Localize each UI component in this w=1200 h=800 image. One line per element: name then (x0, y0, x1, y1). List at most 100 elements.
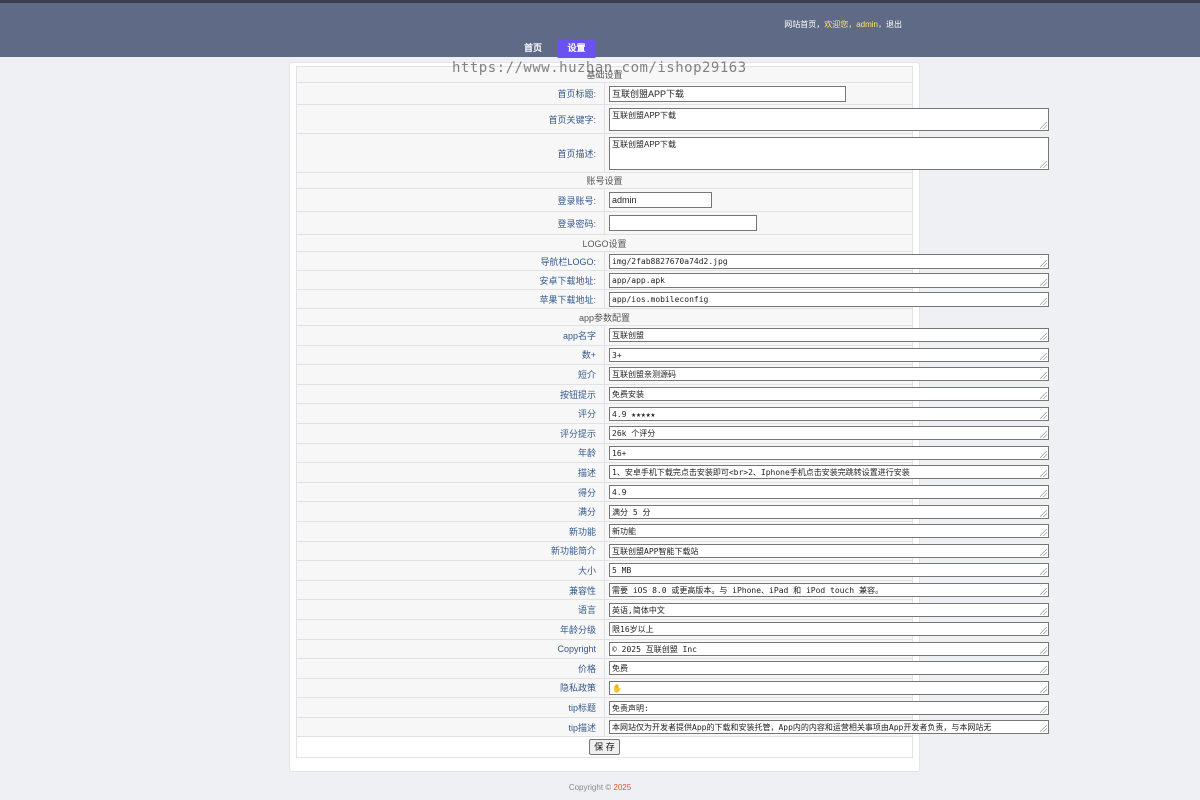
resize-grip-icon[interactable] (1040, 705, 1047, 713)
app-param-row: 得分 4.9 (296, 481, 1049, 503)
resize-grip-icon[interactable] (1040, 259, 1047, 267)
app-param-label: 年龄分级 (296, 618, 605, 640)
app-param-input[interactable]: 5 MB (609, 563, 1049, 578)
app-param-label: 语言 (296, 599, 605, 620)
app-param-label: 价格 (296, 658, 605, 679)
ios-url-input[interactable]: app/ios.mobileconfig (609, 291, 1049, 307)
android-url-input[interactable]: app/app.apk (609, 272, 1049, 288)
logout-link[interactable]: 退出 (886, 20, 902, 29)
app-param-row: 满分 满分 5 分 (296, 501, 1049, 522)
app-param-label: 评分提示 (296, 422, 605, 444)
resize-grip-icon[interactable] (1040, 666, 1047, 674)
resize-grip-icon[interactable] (1040, 627, 1047, 635)
resize-grip-icon[interactable] (1040, 431, 1047, 439)
home-desc-textarea[interactable]: 互联创盟APP下载 (609, 136, 1049, 170)
resize-grip-icon[interactable] (1040, 411, 1047, 419)
app-param-input[interactable]: 限16岁以上 (609, 622, 1049, 637)
resize-grip-icon[interactable] (1040, 685, 1047, 693)
app-param-label: 描述 (296, 462, 605, 483)
app-param-input[interactable]: 16+ (609, 445, 1049, 460)
resize-grip-icon[interactable] (1040, 352, 1047, 360)
app-param-row: app名字 互联创盟 (296, 325, 1049, 346)
app-param-input[interactable]: ✋ (609, 680, 1049, 695)
app-param-value: 互联创盟 (612, 331, 644, 341)
resize-grip-icon[interactable] (1040, 372, 1047, 380)
app-param-row: 新功能简介 互联创盟APP智能下载站 (296, 540, 1049, 562)
nav-logo-input[interactable]: img/2fab8827670a74d2.jpg (609, 253, 1049, 269)
app-param-row: 大小 5 MB (296, 560, 1049, 581)
site-home-link[interactable]: 网站首页 (784, 20, 816, 29)
home-keywords-label: 首页关键字: (296, 104, 605, 134)
resize-grip-icon[interactable] (1040, 568, 1047, 576)
resize-grip-icon[interactable] (1040, 490, 1047, 498)
app-param-label: 得分 (296, 481, 605, 503)
username-input[interactable]: admin (609, 192, 712, 208)
resize-grip-icon[interactable] (1040, 529, 1047, 537)
save-button[interactable]: 保 存 (589, 739, 620, 756)
app-param-input[interactable]: 本网站仅为开发者提供App的下载和安装托管，App内的内容和运营相关事项由App… (609, 720, 1049, 735)
app-param-input[interactable]: 免责声明: (609, 700, 1049, 715)
app-param-input[interactable]: 需要 iOS 8.0 或更高版本。与 iPhone、iPad 和 iPod to… (609, 583, 1049, 598)
nav-home[interactable]: 首页 (516, 39, 550, 58)
app-param-input[interactable]: 免费安装 (609, 387, 1049, 402)
app-param-value: 新功能 (612, 527, 636, 537)
app-param-input[interactable]: 4.9 (609, 485, 1049, 500)
resize-grip-icon[interactable] (1040, 470, 1047, 478)
app-param-label: tip描述 (296, 716, 605, 738)
resize-grip-icon[interactable] (1040, 392, 1047, 400)
resize-grip-icon[interactable] (1040, 160, 1047, 168)
resize-grip-icon[interactable] (1040, 548, 1047, 556)
resize-grip-icon[interactable] (1040, 646, 1047, 654)
resize-grip-icon[interactable] (1040, 297, 1047, 305)
footer: Copyright © 2025 (0, 783, 1200, 792)
top-header: 网站首页，欢迎您，admin，退出 首页 设置 (0, 0, 1200, 58)
footer-year: 2025 (613, 783, 632, 792)
app-param-row: tip描述 本网站仅为开发者提供App的下载和安装托管，App内的内容和运营相关事… (296, 716, 1049, 738)
app-param-input[interactable]: 英语,简体中文 (609, 602, 1049, 617)
home-desc-value: 互联创盟APP下载 (612, 139, 677, 149)
resize-grip-icon[interactable] (1040, 607, 1047, 615)
app-param-label: 大小 (296, 560, 605, 581)
resize-grip-icon[interactable] (1040, 588, 1047, 596)
nav-settings[interactable]: 设置 (557, 39, 596, 58)
app-param-row: 价格 免费 (296, 658, 1049, 679)
app-param-label: 评分 (296, 403, 605, 424)
section-logo: LOGO设置 (296, 234, 913, 252)
app-param-input[interactable]: 互联创盟APP智能下载站 (609, 543, 1049, 558)
app-param-label: 满分 (296, 501, 605, 522)
resize-grip-icon[interactable] (1040, 278, 1047, 286)
home-title-input[interactable]: 互联创盟APP下载 (609, 85, 846, 102)
resize-grip-icon[interactable] (1040, 725, 1047, 733)
app-param-input[interactable]: 26k 个评分 (609, 426, 1049, 441)
resize-grip-icon[interactable] (1040, 121, 1047, 129)
password-label: 登录密码: (296, 211, 605, 235)
password-input[interactable] (609, 215, 757, 231)
app-param-input[interactable]: © 2025 互联创盟 Inc (609, 641, 1049, 656)
settings-panel: 基础设置 首页标题: 互联创盟APP下载 首页关键字: 互联创盟APP下载 首页… (289, 62, 1049, 772)
app-param-input[interactable]: 免费 (609, 661, 1049, 676)
app-param-value: 4.9 (612, 488, 627, 498)
app-param-input[interactable]: 1、安卓手机下载完点击安装即可<br>2、Iphone手机点击安装完跳转设置进行… (609, 465, 1049, 480)
app-param-row: 年龄 16+ (296, 442, 1049, 464)
resize-grip-icon[interactable] (1040, 333, 1047, 341)
android-url-label: 安卓下载地址: (296, 270, 605, 290)
app-param-row: 描述 1、安卓手机下载完点击安装即可<br>2、Iphone手机点击安装完跳转设置… (296, 462, 1049, 483)
ios-url-value: app/ios.mobileconfig (612, 294, 709, 304)
app-param-input[interactable]: 满分 5 分 (609, 504, 1049, 519)
ios-url-label: 苹果下载地址: (296, 289, 605, 309)
app-param-input[interactable]: 新功能 (609, 524, 1049, 539)
app-param-value: 免费安装 (612, 390, 644, 400)
settings-form: 基础设置 首页标题: 互联创盟APP下载 首页关键字: 互联创盟APP下载 首页… (296, 66, 1049, 759)
resize-grip-icon[interactable] (1040, 509, 1047, 517)
resize-grip-icon[interactable] (1040, 450, 1047, 458)
app-param-input[interactable]: 3+ (609, 347, 1049, 362)
app-param-label: 短介 (296, 364, 605, 385)
app-param-input[interactable]: 4.9 ★★★★★ (609, 406, 1049, 421)
home-keywords-value: 互联创盟APP下载 (612, 110, 677, 120)
home-keywords-textarea[interactable]: 互联创盟APP下载 (609, 107, 1049, 131)
user-links: 网站首页，欢迎您，admin，退出 (784, 20, 902, 29)
app-param-input[interactable]: 互联创盟 (609, 328, 1049, 343)
app-param-label: 数+ (296, 344, 605, 366)
username-label: 登录账号: (296, 188, 605, 212)
app-param-input[interactable]: 互联创盟亲测源码 (609, 367, 1049, 382)
